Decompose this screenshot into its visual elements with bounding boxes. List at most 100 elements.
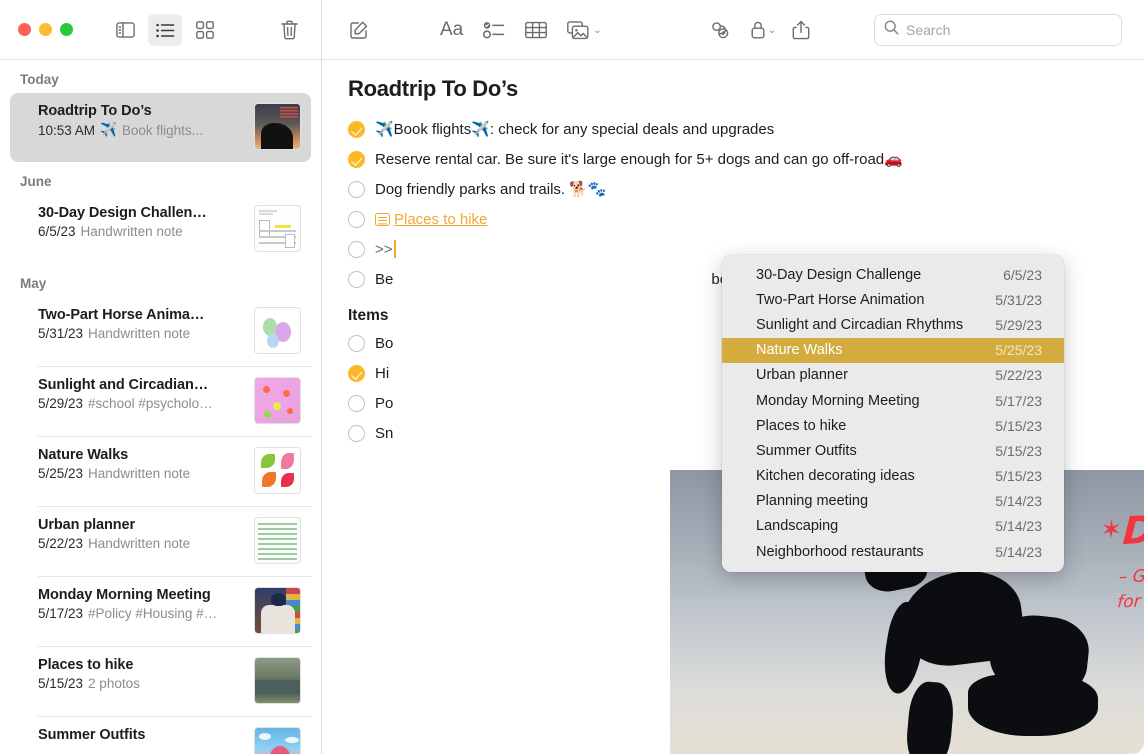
checklist-text: ✈️Book flights✈️: check for any special … <box>375 120 1118 140</box>
chevron-down-icon: ⌄ <box>593 25 601 36</box>
table-icon[interactable] <box>525 14 547 46</box>
search-input[interactable] <box>906 22 1112 38</box>
checkbox-unchecked-icon[interactable] <box>348 335 365 352</box>
popover-item[interactable]: 30-Day Design Challenge 6/5/23 <box>722 262 1064 287</box>
close-button[interactable] <box>18 23 31 36</box>
note-list-item-30day[interactable]: 30-Day Design Challen… 6/5/23 Handwritte… <box>10 195 311 264</box>
checkbox-unchecked-icon[interactable] <box>348 211 365 228</box>
popover-item[interactable]: Monday Morning Meeting 5/17/23 <box>722 388 1064 413</box>
note-item-thumbnail <box>254 517 301 564</box>
popover-item[interactable]: Summer Outfits 5/15/23 <box>722 438 1064 463</box>
checkbox-unchecked-icon[interactable] <box>348 271 365 288</box>
note-item-title: Urban planner <box>38 517 246 533</box>
note-item-title: Summer Outfits <box>38 727 246 743</box>
popover-item[interactable]: Urban planner 5/22/23 <box>722 363 1064 388</box>
popover-item[interactable]: Kitchen decorating ideas 5/15/23 <box>722 464 1064 489</box>
checkbox-unchecked-icon[interactable] <box>348 395 365 412</box>
checklist-row[interactable]: Dog friendly parks and trails. 🐕🐾 <box>348 180 1118 201</box>
zoom-button[interactable] <box>60 23 73 36</box>
popover-item-date: 5/17/23 <box>995 393 1042 409</box>
handwritten-annotation: ✶Don't forget – Get photo at this locati… <box>1100 504 1144 612</box>
note-item-text: Nature Walks 5/25/23 Handwritten note <box>38 447 254 481</box>
checklist-row[interactable]: ✈️Book flights✈️: check for any special … <box>348 120 1118 141</box>
format-label: Aa <box>440 19 463 41</box>
sidebar-toggle-icon[interactable] <box>108 14 142 46</box>
sidebar-view-controls <box>108 14 222 46</box>
note-item-title: Monday Morning Meeting <box>38 587 246 603</box>
popover-item-title: Planning meeting <box>756 493 868 509</box>
popover-item-date: 5/14/23 <box>995 493 1042 509</box>
popover-item-date: 5/31/23 <box>995 292 1042 308</box>
popover-item-date: 6/5/23 <box>1003 267 1042 283</box>
note-item-date: 5/25/23 <box>38 466 83 481</box>
collaborate-icon[interactable] <box>710 14 734 46</box>
note-list-item-urban-planner[interactable]: Urban planner 5/22/23 Handwritten note <box>10 507 311 576</box>
checkbox-checked-icon[interactable] <box>348 151 365 168</box>
note-item-preview: Handwritten note <box>81 224 183 239</box>
note-item-preview: Handwritten note <box>88 466 190 481</box>
text-format-button[interactable]: Aa <box>440 14 463 46</box>
list-view-icon[interactable] <box>148 14 182 46</box>
note-item-text: Two-Part Horse Anima… 5/31/23 Handwritte… <box>38 307 254 341</box>
window-traffic-lights <box>18 23 73 36</box>
note-link-suggestion-popover[interactable]: 30-Day Design Challenge 6/5/23 Two-Part … <box>722 255 1064 572</box>
popover-item[interactable]: Two-Part Horse Animation 5/31/23 <box>722 287 1064 312</box>
checkbox-unchecked-icon[interactable] <box>348 241 365 258</box>
note-list-item-places-to-hike[interactable]: Places to hike 5/15/23 2 photos <box>10 647 311 716</box>
notes-list[interactable]: Today Roadtrip To Do’s 10:53 AM ✈️ Book … <box>0 60 321 754</box>
note-list-item-monday-meeting[interactable]: Monday Morning Meeting 5/17/23 #Policy #… <box>10 577 311 646</box>
sidebar-toolbar <box>0 0 321 60</box>
note-list-item-horse[interactable]: Two-Part Horse Anima… 5/31/23 Handwritte… <box>10 297 311 366</box>
note-link-places-to-hike[interactable]: Places to hike <box>394 211 487 228</box>
checkbox-checked-icon[interactable] <box>348 121 365 138</box>
checklist-row-note-link[interactable]: Places to hike <box>348 210 1118 231</box>
search-box[interactable] <box>874 14 1122 46</box>
checkbox-unchecked-icon[interactable] <box>348 425 365 442</box>
note-item-thumbnail <box>254 447 301 494</box>
note-list-item-sunlight[interactable]: Sunlight and Circadian… 5/29/23 #school … <box>10 367 311 436</box>
note-item-date: 5/17/23 <box>38 606 83 621</box>
compose-note-icon[interactable] <box>342 14 376 46</box>
note-item-title: Sunlight and Circadian… <box>38 377 246 393</box>
popover-item-selected[interactable]: Nature Walks 5/25/23 <box>722 338 1064 363</box>
note-item-title: Nature Walks <box>38 447 246 463</box>
checkbox-unchecked-icon[interactable] <box>348 181 365 198</box>
note-item-text: Roadtrip To Do’s 10:53 AM ✈️ Book flight… <box>38 103 254 138</box>
note-item-subtitle: 6/5/23 Handwritten note <box>38 224 246 239</box>
typed-trigger-text: >> <box>375 241 393 258</box>
note-item-subtitle: 5/15/23 2 photos <box>38 676 246 691</box>
airplane-emoji-icon: ✈️ <box>100 122 117 138</box>
note-item-title: Roadtrip To Do’s <box>38 103 246 119</box>
note-item-date: 5/22/23 <box>38 536 83 551</box>
note-list-item-summer-outfits[interactable]: Summer Outfits <box>10 717 311 754</box>
delete-note-icon[interactable] <box>272 14 306 46</box>
checklist-icon[interactable] <box>483 14 505 46</box>
note-item-text: Places to hike 5/15/23 2 photos <box>38 657 254 691</box>
popover-item[interactable]: Places to hike 5/15/23 <box>722 413 1064 438</box>
note-item-preview: #school #psycholo… <box>88 396 213 411</box>
popover-item-title: Landscaping <box>756 518 838 534</box>
note-list-item-nature-walks[interactable]: Nature Walks 5/25/23 Handwritten note <box>10 437 311 506</box>
popover-item[interactable]: Planning meeting 5/14/23 <box>722 489 1064 514</box>
note-item-preview: 2 photos <box>88 676 140 691</box>
minimize-button[interactable] <box>39 23 52 36</box>
notes-group-header-today: Today <box>0 60 321 93</box>
media-insert-button[interactable]: ⌄ <box>567 14 601 46</box>
checklist-row[interactable]: Reserve rental car. Be sure it's large e… <box>348 150 1118 171</box>
note-link-icon <box>375 213 390 226</box>
notes-group-header-june: June <box>0 162 321 195</box>
share-icon[interactable] <box>792 14 810 46</box>
note-item-subtitle: 5/29/23 #school #psycholo… <box>38 396 246 411</box>
checkbox-checked-icon[interactable] <box>348 365 365 382</box>
note-item-text: Urban planner 5/22/23 Handwritten note <box>38 517 254 551</box>
gallery-view-icon[interactable] <box>188 14 222 46</box>
lock-note-button[interactable]: ⌄ <box>750 14 776 46</box>
note-item-text: 30-Day Design Challen… 6/5/23 Handwritte… <box>38 205 254 239</box>
note-item-title: Two-Part Horse Anima… <box>38 307 246 323</box>
popover-item[interactable]: Neighborhood restaurants 5/14/23 <box>722 539 1064 564</box>
popover-item-title: Nature Walks <box>756 342 842 358</box>
note-item-title: Places to hike <box>38 657 246 673</box>
popover-item[interactable]: Sunlight and Circadian Rhythms 5/29/23 <box>722 312 1064 337</box>
popover-item[interactable]: Landscaping 5/14/23 <box>722 514 1064 539</box>
note-list-item-roadtrip[interactable]: Roadtrip To Do’s 10:53 AM ✈️ Book flight… <box>10 93 311 162</box>
